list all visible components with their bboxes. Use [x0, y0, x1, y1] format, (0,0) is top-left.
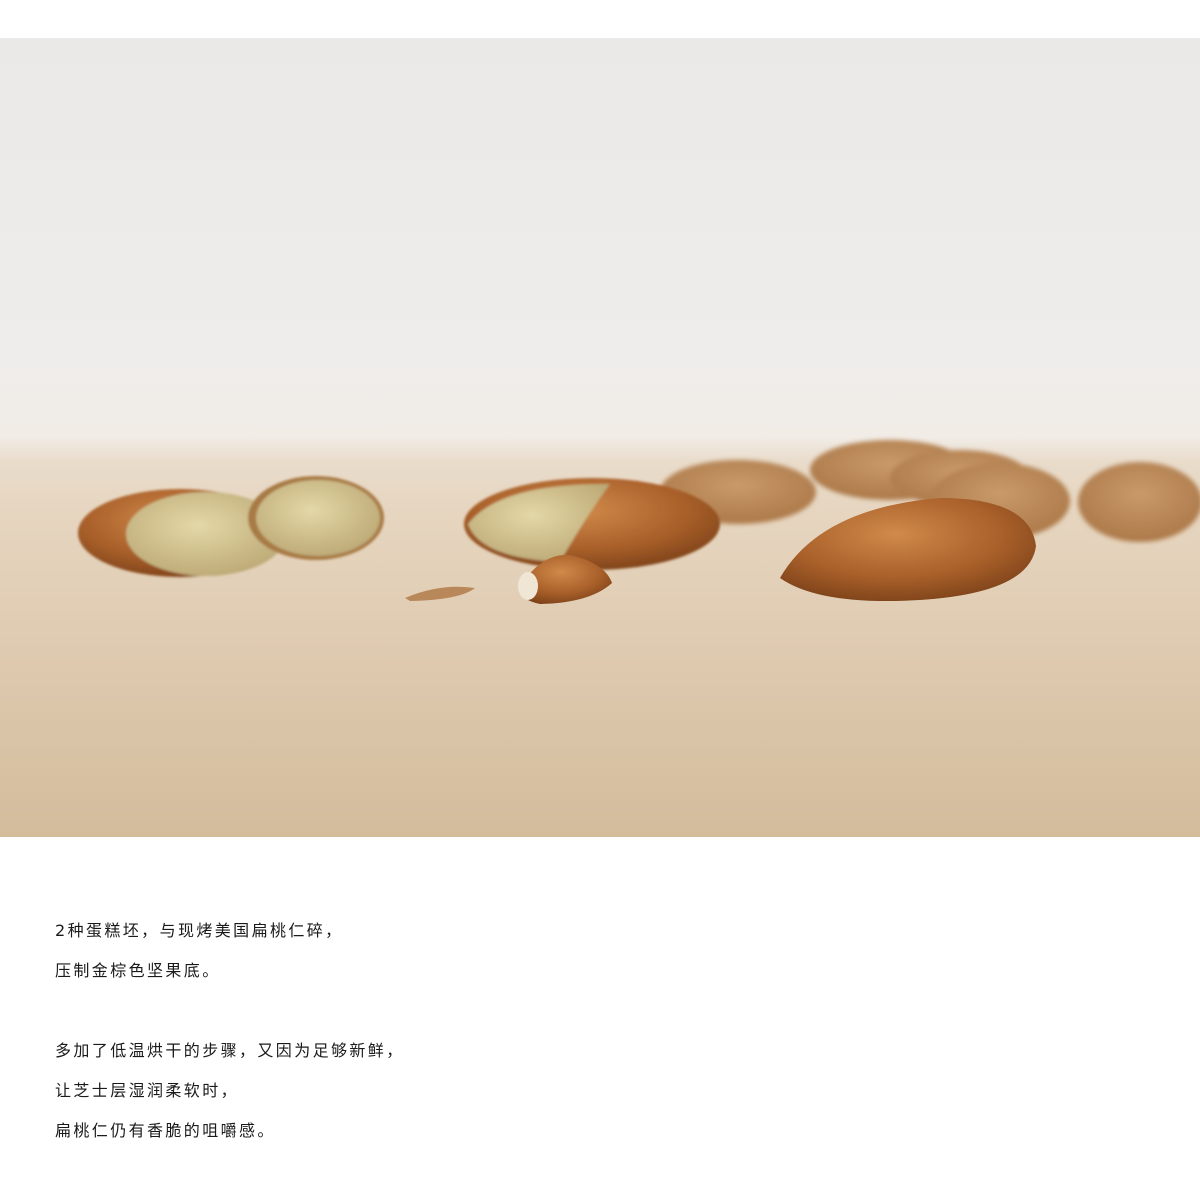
product-description: 2种蛋糕坯，与现烤美国扁桃仁碎， 压制金棕色坚果底。 多加了低温烘干的步骤，又因…: [55, 917, 405, 1157]
description-line: 多加了低温烘干的步骤，又因为足够新鲜，: [55, 1041, 405, 1060]
description-line: 压制金棕色坚果底。: [55, 961, 221, 980]
description-line: 2种蛋糕坯，与现烤美国扁桃仁碎，: [55, 921, 344, 940]
almonds-illustration: [78, 440, 1200, 604]
description-line: 让芝士层湿润柔软时，: [55, 1081, 240, 1100]
description-line: 扁桃仁仍有香脆的咀嚼感。: [55, 1121, 276, 1140]
product-photo: [0, 38, 1200, 837]
